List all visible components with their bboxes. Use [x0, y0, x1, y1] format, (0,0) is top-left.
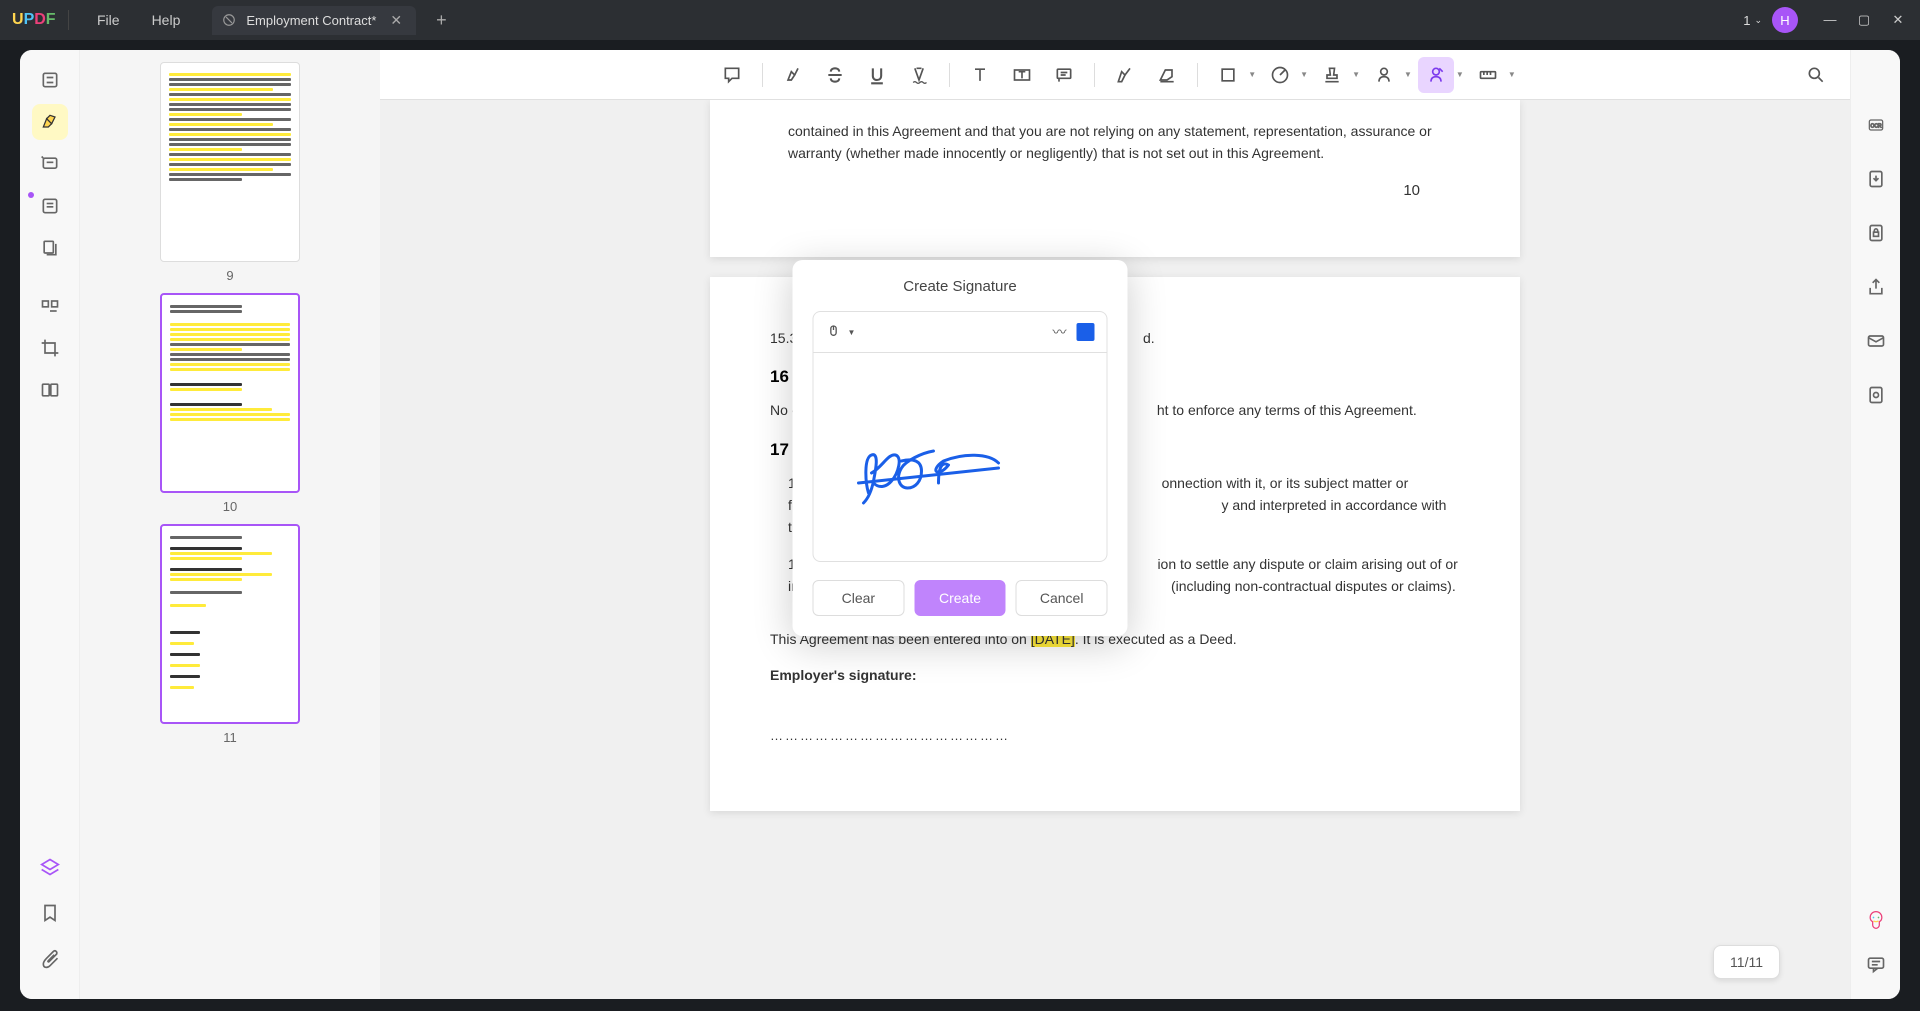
sticker-tool[interactable]: ▼ [1262, 57, 1308, 93]
thumb-label: 10 [160, 499, 300, 514]
signature-color-swatch[interactable] [1077, 323, 1095, 341]
shape-tool[interactable]: ▼ [1210, 57, 1256, 93]
bookmark-tool[interactable] [32, 895, 68, 931]
dialog-title: Create Signature [813, 278, 1108, 295]
line-style-icon[interactable]: 〰 [1053, 322, 1067, 342]
pencil-tool[interactable] [1107, 57, 1143, 93]
textbox-tool[interactable] [1004, 57, 1040, 93]
squiggly-tool[interactable] [901, 57, 937, 93]
notification-count[interactable]: 1 ⌄ [1743, 13, 1762, 28]
chat-tool[interactable] [1861, 949, 1891, 979]
tab-title: Employment Contract* [246, 13, 376, 28]
page-tool[interactable] [32, 230, 68, 266]
thumbnail-item[interactable]: 9 [160, 62, 300, 283]
menu-file[interactable]: File [85, 8, 132, 32]
print-tool[interactable] [1861, 380, 1891, 410]
minimize-button[interactable]: — [1820, 12, 1840, 28]
ocr-tool[interactable]: OCR [1861, 110, 1891, 140]
thumbnail-item[interactable]: 10 [160, 293, 300, 514]
search-button[interactable] [1798, 57, 1834, 93]
mouse-icon [826, 324, 842, 340]
compare-tool[interactable] [32, 372, 68, 408]
thumbnail-panel: 9 10 [80, 50, 380, 999]
thumbnail-item[interactable]: 11 [160, 524, 300, 745]
right-toolbar: OCR [1850, 50, 1900, 999]
create-signature-dialog: Create Signature ▼ 〰 Clear Create Cancel [793, 260, 1128, 636]
user-avatar[interactable]: H [1772, 7, 1798, 33]
underline-tool[interactable] [859, 57, 895, 93]
indicator-dot [28, 192, 34, 198]
export-tool[interactable] [1861, 164, 1891, 194]
input-mode-dropdown[interactable]: ▼ [826, 324, 856, 340]
create-button[interactable]: Create [914, 580, 1006, 616]
menu-help[interactable]: Help [140, 8, 193, 32]
thumb-label: 11 [160, 730, 300, 745]
page-number: 10 [770, 179, 1460, 203]
email-tool[interactable] [1861, 326, 1891, 356]
thumb-label: 9 [160, 268, 300, 283]
tab-close-button[interactable]: ✕ [386, 12, 406, 29]
page-indicator[interactable]: 11/11 [1713, 945, 1780, 979]
page-text: contained in this Agreement and that you… [788, 120, 1460, 165]
callout-tool[interactable] [1046, 57, 1082, 93]
cancel-button[interactable]: Cancel [1016, 580, 1108, 616]
titlebar: UPDF File Help Employment Contract* ✕ + … [0, 0, 1920, 40]
divider [68, 10, 69, 30]
annotation-toolbar: ▼ ▼ ▼ ▼ ▼ ▼ [380, 50, 1850, 100]
strikethrough-tool[interactable] [817, 57, 853, 93]
form-tool[interactable] [32, 188, 68, 224]
eraser-tool[interactable] [1149, 57, 1185, 93]
clear-button[interactable]: Clear [813, 580, 905, 616]
protect-tool[interactable] [1861, 218, 1891, 248]
document-icon [222, 13, 236, 27]
signature-canvas[interactable] [813, 352, 1108, 562]
layers-tool[interactable] [32, 849, 68, 885]
document-page: contained in this Agreement and that you… [710, 100, 1520, 257]
app-logo: UPDF [12, 11, 52, 29]
signature-line: ………………………………………… [770, 726, 1460, 747]
stamp-tool[interactable]: ▼ [1314, 57, 1360, 93]
attachment-tool-top[interactable]: ▼ [1366, 57, 1412, 93]
measure-tool[interactable]: ▼ [1470, 57, 1516, 93]
signature-tool[interactable]: ▼ [1418, 57, 1464, 93]
maximize-button[interactable]: ▢ [1854, 12, 1874, 28]
attachment-tool[interactable] [32, 941, 68, 977]
organize-tool[interactable] [32, 288, 68, 324]
crop-tool[interactable] [32, 330, 68, 366]
document-tab[interactable]: Employment Contract* ✕ [212, 6, 416, 35]
add-tab-button[interactable]: + [424, 10, 459, 31]
close-button[interactable]: ✕ [1888, 12, 1908, 28]
signature-toolbar: ▼ 〰 [813, 311, 1108, 352]
highlighter-tool[interactable] [775, 57, 811, 93]
svg-text:OCR: OCR [1870, 124, 1882, 130]
share-tool[interactable] [1861, 272, 1891, 302]
text-tool[interactable] [962, 57, 998, 93]
signature-label: Employer's signature: [770, 664, 1460, 686]
comment-tool[interactable] [32, 146, 68, 182]
ai-assistant-tool[interactable] [1861, 905, 1891, 935]
thumbnails-tool[interactable] [32, 62, 68, 98]
note-tool[interactable] [714, 57, 750, 93]
highlight-tool[interactable] [32, 104, 68, 140]
